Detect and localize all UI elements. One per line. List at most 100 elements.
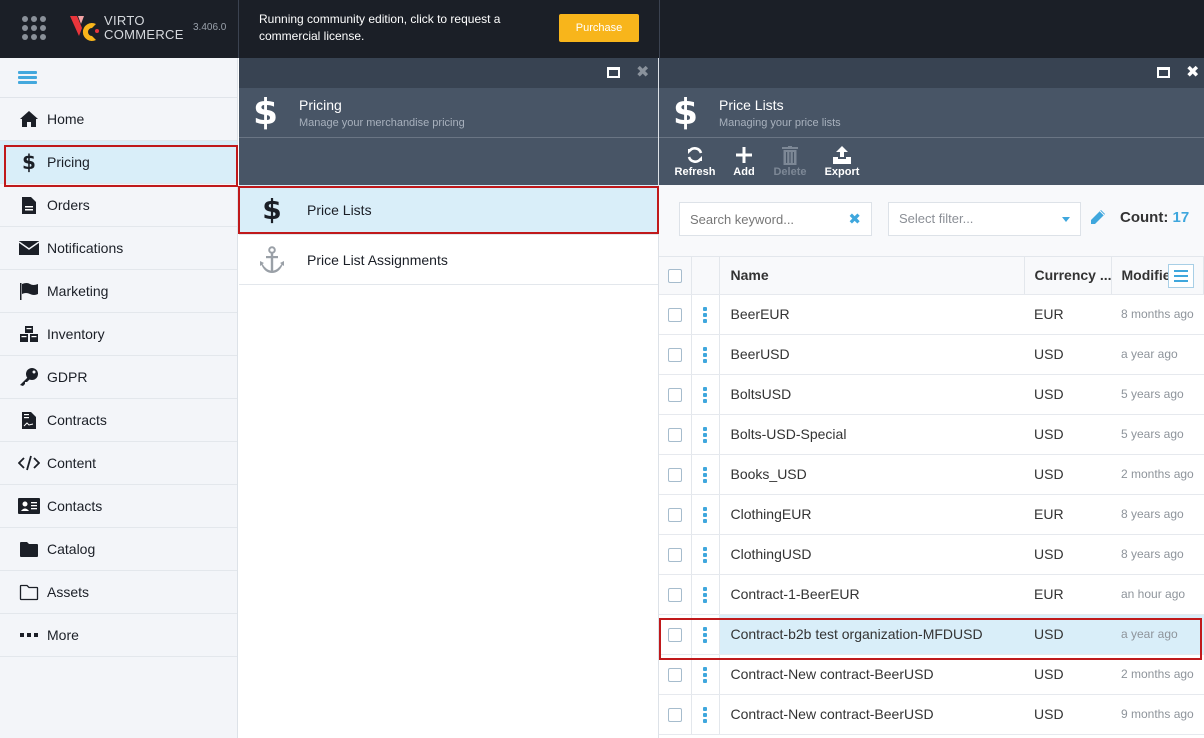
home-icon: [18, 110, 40, 128]
cell-modified: 8 years ago: [1111, 494, 1204, 535]
row-menu-icon[interactable]: [703, 626, 707, 643]
list-item-price-list-assignments[interactable]: Price List Assignments: [239, 235, 658, 285]
row-menu-icon[interactable]: [703, 586, 707, 603]
table-row[interactable]: Contract-b2b test organization-MFDUSD USD…: [659, 614, 1204, 655]
sidebar-item-assets[interactable]: Assets: [0, 571, 237, 614]
column-menu-button[interactable]: [1168, 264, 1194, 288]
row-checkbox[interactable]: [667, 348, 682, 363]
row-menu-icon[interactable]: [703, 506, 707, 523]
sidebar-item-label: Contracts: [47, 412, 107, 428]
maximize-icon[interactable]: [1157, 67, 1170, 78]
close-icon[interactable]: ✖: [636, 62, 649, 81]
row-menu-icon[interactable]: [703, 706, 707, 723]
row-checkbox[interactable]: [667, 468, 682, 483]
row-menu-cell: [691, 374, 720, 415]
divider: [659, 0, 660, 58]
sidebar-item-gdpr[interactable]: GDPR: [0, 356, 237, 399]
sidebar-item-marketing[interactable]: Marketing: [0, 270, 237, 313]
row-checkbox[interactable]: [667, 508, 682, 523]
row-menu-cell: [691, 574, 720, 615]
app-launcher-icon[interactable]: [22, 16, 46, 40]
table-row[interactable]: BoltsUSD USD 5 years ago: [659, 374, 1204, 415]
add-label: Add: [733, 166, 755, 178]
column-header-currency[interactable]: Currency ...: [1024, 257, 1112, 295]
cell-modified: 5 years ago: [1111, 374, 1204, 415]
purchase-button[interactable]: Purchase: [559, 14, 639, 42]
row-menu-icon[interactable]: [703, 466, 707, 483]
row-menu-icon[interactable]: [703, 306, 707, 323]
export-button[interactable]: Export: [820, 144, 864, 178]
add-button[interactable]: Add: [722, 144, 766, 178]
contract-icon: [18, 411, 40, 430]
row-menu-icon[interactable]: [703, 666, 707, 683]
row-checkbox-cell: [659, 494, 692, 535]
cell-modified: 2 months ago: [1111, 454, 1204, 495]
blade-toolbar: Refresh Add Delete Export: [659, 138, 1204, 185]
table-header-row: Name Currency ... Modifie: [659, 257, 1204, 295]
close-icon[interactable]: ✖: [1186, 62, 1199, 81]
table-row[interactable]: BeerUSD USD a year ago: [659, 334, 1204, 375]
table-row[interactable]: Bolts-USD-Special USD 5 years ago: [659, 414, 1204, 455]
column-header-name[interactable]: Name: [719, 257, 1025, 295]
cell-name: Bolts-USD-Special: [719, 414, 1024, 455]
clear-search-icon[interactable]: ✖: [848, 210, 861, 228]
caret-down-icon: [1062, 217, 1070, 222]
row-checkbox[interactable]: [667, 548, 682, 563]
row-checkbox[interactable]: [667, 668, 682, 683]
sidebar-item-content[interactable]: Content: [0, 442, 237, 485]
license-notice[interactable]: Running community edition, click to requ…: [259, 11, 500, 45]
row-checkbox[interactable]: [667, 628, 682, 643]
blade-toolbar: [239, 138, 658, 185]
refresh-button[interactable]: Refresh: [673, 144, 717, 178]
select-all-checkbox-cell: [659, 257, 692, 295]
delete-button[interactable]: Delete: [768, 144, 812, 178]
cell-modified: 9 months ago: [1111, 694, 1204, 735]
sidebar-item-contracts[interactable]: Contracts: [0, 399, 237, 442]
virto-logo-icon: [70, 16, 99, 42]
sidebar-item-notifications[interactable]: Notifications: [0, 227, 237, 270]
price-lists-blade: ✖ $ Price Lists Managing your price list…: [659, 58, 1204, 738]
sidebar-item-pricing[interactable]: $ Pricing: [0, 141, 237, 184]
cell-modified: a year ago: [1111, 614, 1204, 655]
sidebar-item-more[interactable]: More: [0, 614, 237, 657]
row-menu-icon[interactable]: [703, 346, 707, 363]
row-menu-icon[interactable]: [703, 426, 707, 443]
row-menu-icon[interactable]: [703, 386, 707, 403]
select-all-checkbox[interactable]: [667, 269, 682, 284]
row-checkbox-cell: [659, 574, 692, 615]
table-row[interactable]: Contract-New contract-BeerUSD USD 2 months…: [659, 654, 1204, 695]
filter-select[interactable]: Select filter...: [888, 202, 1081, 236]
maximize-icon[interactable]: [607, 67, 620, 78]
sidebar-item-home[interactable]: Home: [0, 98, 237, 141]
list-item-price-lists[interactable]: $ Price Lists: [239, 185, 658, 235]
sidebar-item-contacts[interactable]: Contacts: [0, 485, 237, 528]
sidebar-item-label: GDPR: [47, 369, 88, 385]
row-checkbox[interactable]: [667, 308, 682, 323]
cell-name: Contract-New contract-BeerUSD: [719, 694, 1024, 735]
cell-currency: USD: [1024, 374, 1111, 415]
menu-toggle-button[interactable]: [0, 58, 237, 98]
sidebar-item-inventory[interactable]: Inventory: [0, 313, 237, 356]
cell-modified: a year ago: [1111, 334, 1204, 375]
row-menu-icon[interactable]: [703, 546, 707, 563]
sidebar-item-catalog[interactable]: Catalog: [0, 528, 237, 571]
table-row[interactable]: Contract-1-BeerEUR EUR an hour ago: [659, 574, 1204, 615]
sidebar-item-orders[interactable]: Orders: [0, 184, 237, 227]
sidebar-item-label: Notifications: [47, 240, 124, 256]
cell-currency: USD: [1024, 414, 1111, 455]
filter-placeholder: Select filter...: [899, 211, 974, 226]
cell-currency: EUR: [1024, 494, 1111, 535]
search-input[interactable]: [680, 203, 840, 235]
table-row[interactable]: ClothingEUR EUR 8 years ago: [659, 494, 1204, 535]
row-menu-cell: [691, 494, 720, 535]
folder-outline-icon: [18, 584, 40, 601]
table-row[interactable]: Contract-New contract-BeerUSD USD 9 months…: [659, 694, 1204, 735]
row-checkbox[interactable]: [667, 588, 682, 603]
row-checkbox[interactable]: [667, 428, 682, 443]
table-row[interactable]: BeerEUR EUR 8 months ago: [659, 294, 1204, 335]
row-checkbox[interactable]: [667, 708, 682, 723]
row-checkbox[interactable]: [667, 388, 682, 403]
table-row[interactable]: Books_USD USD 2 months ago: [659, 454, 1204, 495]
edit-filter-icon[interactable]: [1090, 209, 1106, 230]
table-row[interactable]: ClothingUSD USD 8 years ago: [659, 534, 1204, 575]
